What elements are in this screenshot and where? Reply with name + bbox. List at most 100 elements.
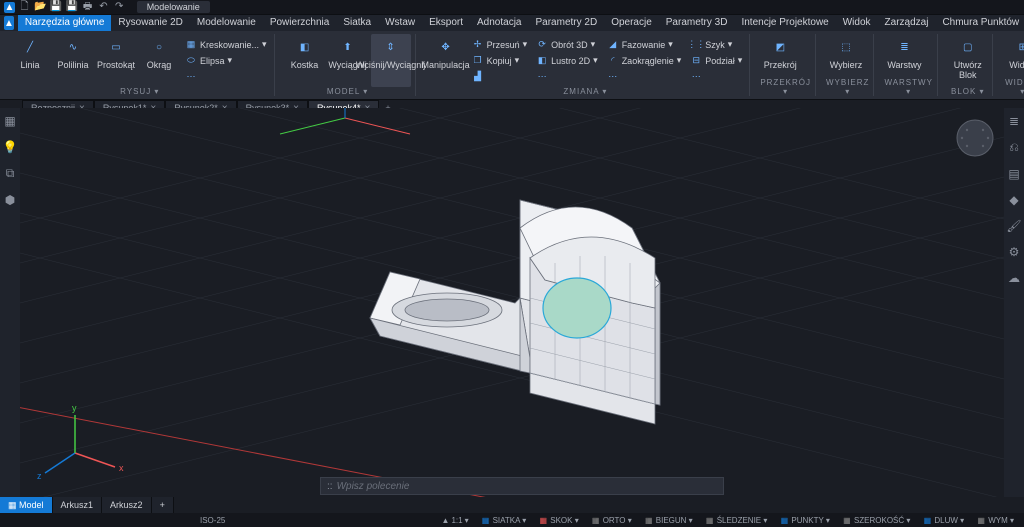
- mirror-item[interactable]: ▟: [469, 70, 531, 84]
- props-icon[interactable]: ▤: [1008, 167, 1019, 181]
- materials-icon[interactable]: ◆: [1009, 193, 1018, 207]
- tab-design-intent[interactable]: Intencje Projektowe: [734, 15, 835, 31]
- toggle-dluw[interactable]: ▦DLUW ▾: [918, 515, 968, 525]
- add-layout[interactable]: +: [152, 497, 174, 513]
- svg-text:y: y: [72, 403, 77, 413]
- workspace-dropdown[interactable]: Modelowanie: [137, 1, 210, 13]
- rectangle-button[interactable]: ▭Prostokąt: [96, 34, 136, 87]
- mirror-icon: ▟: [472, 71, 484, 83]
- section-button[interactable]: ◩Przekrój: [760, 34, 800, 78]
- viewport[interactable]: x y z: [20, 108, 1004, 497]
- cube-button[interactable]: ◧Kostka: [285, 34, 325, 87]
- command-line[interactable]: :: Wpisz polecenie: [320, 477, 724, 495]
- rotate3d-item[interactable]: ⟳Obrót 3D ▾: [533, 38, 601, 52]
- chamfer-item[interactable]: ◢Fazowanie ▾: [604, 38, 685, 52]
- solid-icon[interactable]: ⬢: [5, 193, 15, 207]
- panel-title[interactable]: RYSUJ ▾: [10, 87, 270, 96]
- block-button[interactable]: ▢Utwórz Blok: [948, 34, 988, 87]
- layout-tab[interactable]: ▦ Model: [0, 497, 53, 513]
- structure-icon[interactable]: ⧉: [6, 166, 15, 181]
- tab-manage[interactable]: Zarządzaj: [878, 15, 936, 31]
- panel-title[interactable]: WIDOKI ▾: [1003, 78, 1024, 96]
- panel-title[interactable]: MODEL ▾: [285, 87, 411, 96]
- panel-title[interactable]: ZMIANA ▾: [426, 87, 746, 96]
- tab-home[interactable]: Narzędzia główne: [18, 15, 112, 31]
- panel-title[interactable]: PRZEKRÓJ ▾: [760, 78, 811, 96]
- app-menu-icon[interactable]: ▲: [4, 16, 14, 30]
- tab-export[interactable]: Eksport: [422, 15, 470, 31]
- tab-modeling[interactable]: Modelowanie: [190, 15, 263, 31]
- layout-tab[interactable]: Arkusz2: [102, 497, 152, 513]
- panel-title[interactable]: BLOK ▾: [948, 87, 988, 96]
- tab-pointcloud[interactable]: Chmura Punktów: [935, 15, 1024, 31]
- layout-tabs: ▦ ModelArkusz1Arkusz2+: [0, 497, 174, 513]
- tab-operations[interactable]: Operacje: [604, 15, 659, 31]
- lightbulb-icon[interactable]: 💡: [3, 140, 18, 154]
- new-icon[interactable]: 🗋: [19, 2, 30, 13]
- tab-view[interactable]: Widok: [836, 15, 878, 31]
- copy-item[interactable]: ❐Kopiuj ▾: [469, 54, 531, 68]
- toggle-siatka[interactable]: ▦SIATKA ▾: [477, 515, 531, 525]
- tab-draw2d[interactable]: Rysowanie 2D: [111, 15, 189, 31]
- hatch-item[interactable]: ▦Kreskowanie... ▾: [182, 38, 270, 52]
- presspull-button[interactable]: ⇕Wciśnij/Wyciągnij: [371, 34, 411, 87]
- panel-title[interactable]: WARSTWY ▾: [884, 78, 932, 96]
- toggle-punkty[interactable]: ▦PUNKTY ▾: [775, 515, 834, 525]
- tab-mesh[interactable]: Siatka: [336, 15, 378, 31]
- app-icon[interactable]: ▲: [4, 2, 15, 13]
- fillet-item[interactable]: ◜Zaokrąglenie ▾: [604, 54, 685, 68]
- paint-icon[interactable]: 🖌: [1006, 219, 1021, 233]
- content-area: ▦ 💡 ⧉ ⬢ ≣ ⎌ ▤ ◆ 🖌 ⚙ ☁: [0, 108, 1024, 497]
- array-item[interactable]: ⋮⋮Szyk ▾: [687, 38, 745, 52]
- tab-param2d[interactable]: Parametry 2D: [529, 15, 605, 31]
- select-button[interactable]: ⬚Wybierz: [826, 34, 866, 78]
- grid-icon: ▦: [842, 515, 852, 525]
- panel-title[interactable]: WYBIERZ ▾: [826, 78, 869, 96]
- svg-text:x: x: [119, 463, 124, 473]
- toggle-orto[interactable]: ▦ORTO ▾: [587, 515, 636, 525]
- layout-tab[interactable]: Arkusz1: [53, 497, 103, 513]
- mirror2d-icon: ◧: [536, 55, 548, 67]
- more-item[interactable]: ⋯: [687, 70, 745, 84]
- more-item[interactable]: ⋯: [533, 70, 601, 84]
- toggle-wym[interactable]: ▦WYM ▾: [972, 515, 1018, 525]
- block-icon: ▢: [957, 36, 979, 58]
- mirror2d-item[interactable]: ◧Lustro 2D ▾: [533, 54, 601, 68]
- sheet-set-icon[interactable]: ▦: [4, 114, 15, 128]
- tab-insert[interactable]: Wstaw: [378, 15, 422, 31]
- circle-button[interactable]: ○Okrąg: [139, 34, 179, 87]
- scale-control[interactable]: ▲ 1:1 ▾: [438, 516, 473, 525]
- toggle-szerokość[interactable]: ▦SZEROKOŚĆ ▾: [838, 515, 914, 525]
- tab-annotation[interactable]: Adnotacja: [470, 15, 528, 31]
- plot-icon[interactable]: 🖶: [82, 2, 93, 13]
- ellipse-item[interactable]: ⬭Elipsa ▾: [182, 54, 270, 68]
- divide-item[interactable]: ⊟Podział ▾: [687, 54, 745, 68]
- polyline-button[interactable]: ∿Polilinia: [53, 34, 93, 87]
- tab-param3d[interactable]: Parametry 3D: [659, 15, 735, 31]
- toggle-biegun[interactable]: ▦BIEGUN ▾: [640, 515, 697, 525]
- tab-surface[interactable]: Powierzchnia: [263, 15, 336, 31]
- cloud-icon[interactable]: ☁: [1008, 271, 1020, 285]
- line-button[interactable]: ╱Linia: [10, 34, 50, 87]
- more-item[interactable]: ⋯: [182, 70, 270, 84]
- param-icon[interactable]: ⚙: [1009, 245, 1020, 259]
- save-icon[interactable]: 💾: [51, 1, 62, 12]
- views-button[interactable]: ⊞Widoki: [1003, 34, 1024, 78]
- views-icon: ⊞: [1012, 36, 1024, 58]
- move-item[interactable]: ✢Przesuń ▾: [469, 38, 531, 52]
- toggle-śledzenie[interactable]: ▦ŚLEDZENIE ▾: [701, 515, 772, 525]
- open-icon[interactable]: 📂: [35, 1, 46, 12]
- manipulate-button[interactable]: ✥Manipulacja: [426, 34, 466, 87]
- dimstyle-label[interactable]: ISO-25: [200, 516, 225, 525]
- toggle-skok[interactable]: ▦SKOK ▾: [534, 515, 582, 525]
- ribbon-tabs: ▲ Narzędzia główne Rysowanie 2D Modelowa…: [0, 15, 1024, 31]
- manipulate-icon: ✥: [435, 36, 457, 58]
- more-item[interactable]: ⋯: [604, 70, 685, 84]
- saveas-icon[interactable]: 💾: [66, 1, 77, 12]
- layers-button[interactable]: ≣Warstwy: [884, 34, 924, 78]
- layers-panel-icon[interactable]: ≣: [1009, 114, 1019, 128]
- undo-icon[interactable]: ↶: [98, 1, 109, 12]
- redo-icon[interactable]: ↷: [114, 1, 125, 12]
- grid-icon: ▦: [705, 515, 715, 525]
- history-icon[interactable]: ⎌: [1009, 140, 1019, 155]
